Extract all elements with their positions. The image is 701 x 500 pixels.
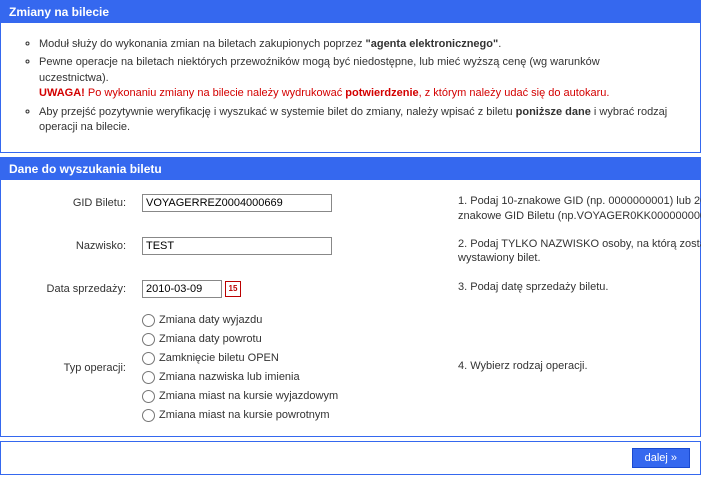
info-panel: Zmiany na bilecie Moduł służy do wykonan… (0, 0, 701, 153)
operation-radio[interactable] (142, 314, 155, 327)
gid-input[interactable] (142, 194, 332, 212)
operation-option[interactable]: Zmiana miast na kursie wyjazdowym (142, 390, 442, 403)
operation-option[interactable]: Zmiana daty wyjazdu (142, 314, 442, 327)
info-header: Zmiany na bilecie (1, 1, 700, 23)
operation-option-label: Zmiana miast na kursie wyjazdowym (159, 390, 338, 402)
search-panel: Dane do wyszukania biletu GID Biletu: 1.… (0, 157, 701, 436)
operation-hint: 4. Wybierz rodzaj operacji. (458, 359, 701, 373)
operation-option[interactable]: Zmiana nazwiska lub imienia (142, 371, 442, 384)
operation-option-label: Zmiana nazwiska lub imienia (159, 371, 300, 383)
date-hint: 3. Podaj datę sprzedaży biletu. (458, 280, 701, 294)
date-field-wrap (142, 280, 442, 298)
operation-option-label: Zamknięcie biletu OPEN (159, 352, 279, 364)
operation-option-label: Zmiana daty wyjazdu (159, 314, 262, 326)
surname-field-wrap (142, 237, 442, 255)
operation-radio-group: Zmiana daty wyjazdu Zmiana daty powrotu Za… (142, 312, 442, 422)
operation-option[interactable]: Zmiana miast na kursie powrotnym (142, 409, 442, 422)
info-line-2: Pewne operacje na biletach niektórych pr… (39, 55, 672, 101)
date-input[interactable] (142, 280, 222, 298)
next-button[interactable]: dalej » (632, 448, 690, 468)
operation-radio[interactable] (142, 390, 155, 403)
info-list: Moduł służy do wykonania zmian na bileta… (21, 37, 672, 135)
calendar-icon[interactable] (225, 281, 241, 297)
gid-label: GID Biletu: (21, 194, 126, 209)
gid-hint: 1. Podaj 10-znakowe GID (np. 0000000001)… (458, 194, 701, 223)
gid-field-wrap (142, 194, 442, 212)
info-line-4: Aby przejść pozytywnie weryfikację i wys… (39, 105, 672, 136)
operation-option[interactable]: Zamknięcie biletu OPEN (142, 352, 442, 365)
operation-radio[interactable] (142, 333, 155, 346)
operation-option-label: Zmiana daty powrotu (159, 333, 262, 345)
operation-radio[interactable] (142, 371, 155, 384)
search-body: GID Biletu: 1. Podaj 10-znakowe GID (np.… (1, 180, 700, 435)
date-label: Data sprzedaży: (21, 280, 126, 295)
operation-label: Typ operacji: (21, 359, 126, 374)
footer-bar: dalej » (0, 441, 701, 475)
operation-option[interactable]: Zmiana daty powrotu (142, 333, 442, 346)
operation-radio[interactable] (142, 352, 155, 365)
surname-hint: 2. Podaj TYLKO NAZWISKO osoby, na którą … (458, 237, 701, 266)
search-grid: GID Biletu: 1. Podaj 10-znakowe GID (np.… (21, 194, 672, 421)
operation-option-label: Zmiana miast na kursie powrotnym (159, 409, 330, 421)
surname-input[interactable] (142, 237, 332, 255)
info-body: Moduł służy do wykonania zmian na bileta… (1, 23, 700, 152)
search-header: Dane do wyszukania biletu (1, 158, 700, 180)
operation-radio[interactable] (142, 409, 155, 422)
surname-label: Nazwisko: (21, 237, 126, 252)
operation-field-wrap: Zmiana daty wyjazdu Zmiana daty powrotu Za… (142, 312, 442, 422)
info-line-1: Moduł służy do wykonania zmian na bileta… (39, 37, 672, 52)
